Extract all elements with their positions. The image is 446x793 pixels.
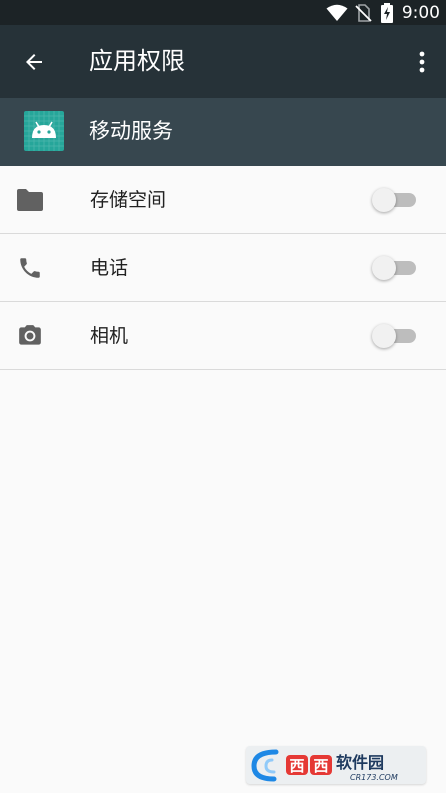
permission-label: 存储空间 bbox=[90, 189, 167, 211]
no-sim-icon bbox=[355, 3, 372, 22]
permission-row-storage[interactable]: 存储空间 bbox=[0, 166, 446, 234]
svg-text:西: 西 bbox=[289, 757, 304, 775]
app-bar: 应用权限 bbox=[0, 25, 446, 98]
svg-text:软件园: 软件园 bbox=[336, 753, 384, 772]
svg-text:CR173.COM: CR173.COM bbox=[350, 773, 398, 782]
permission-label: 相机 bbox=[90, 325, 129, 347]
battery-charging-icon bbox=[380, 2, 393, 23]
app-name: 移动服务 bbox=[89, 119, 173, 143]
arrow-back-icon bbox=[26, 54, 42, 70]
android-icon bbox=[24, 111, 64, 151]
back-button[interactable] bbox=[14, 45, 54, 79]
permission-row-camera[interactable]: 相机 bbox=[0, 302, 446, 370]
folder-icon bbox=[16, 186, 44, 214]
page-title: 应用权限 bbox=[89, 47, 185, 75]
permission-label: 电话 bbox=[90, 257, 129, 279]
wifi-icon bbox=[326, 4, 348, 21]
more-vert-icon bbox=[419, 51, 425, 73]
app-header: 移动服务 bbox=[0, 98, 446, 166]
permission-toggle[interactable] bbox=[372, 188, 418, 212]
camera-icon bbox=[16, 322, 44, 350]
permission-list: 存储空间 电话 相机 bbox=[0, 166, 446, 370]
watermark-logo: 西 西 软件园 CR173.COM bbox=[246, 746, 426, 784]
overflow-menu-button[interactable] bbox=[406, 45, 438, 79]
phone-icon bbox=[16, 254, 44, 282]
permission-toggle[interactable] bbox=[372, 256, 418, 280]
permission-row-phone[interactable]: 电话 bbox=[0, 234, 446, 302]
status-bar: 9:00 bbox=[0, 0, 446, 25]
permission-toggle[interactable] bbox=[372, 324, 418, 348]
status-time: 9:00 bbox=[401, 2, 440, 23]
svg-text:西: 西 bbox=[313, 757, 328, 775]
